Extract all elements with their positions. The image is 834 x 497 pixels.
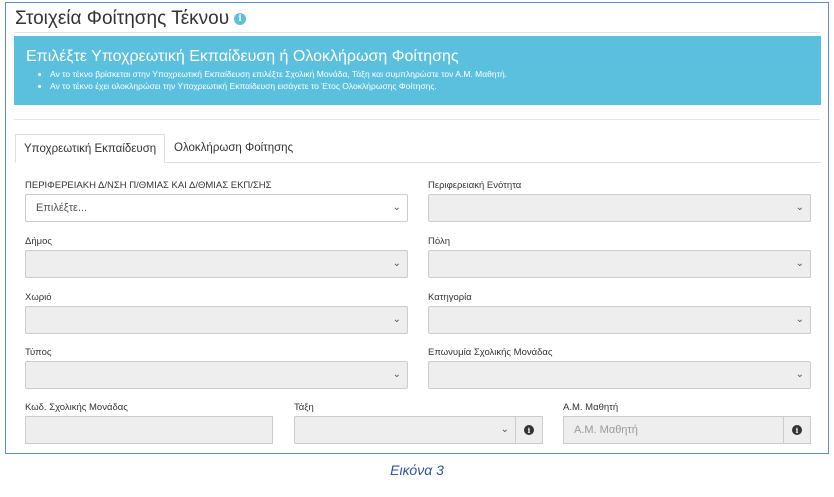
page-title-text: Στοιχεία Φοίτησης Τέκνου	[15, 8, 230, 29]
tab-completed-attendance[interactable]: Ολοκλήρωση Φοίτησης	[166, 134, 301, 163]
alert-item: Αν το τέκνο έχει ολοκληρώσει την Υποχρεω…	[50, 80, 809, 92]
category-select[interactable]: ⌄	[428, 306, 811, 334]
class-label: Τάξη	[294, 402, 314, 413]
type-select[interactable]: ⌄	[25, 361, 408, 389]
region-label: ΠΕΡΙΦΕΡΕΙΑΚΗ Δ/ΝΣΗ Π/ΘΜΙΑΣ ΚΑΙ Δ/ΘΜΙΑΣ Ε…	[25, 180, 272, 191]
figure-caption: Εικόνα 3	[390, 462, 444, 478]
region-select-value: Επιλέξτε...	[36, 202, 88, 214]
village-label: Χωριό	[25, 292, 52, 303]
title-divider	[14, 32, 820, 33]
city-label: Πόλη	[428, 236, 450, 247]
village-select[interactable]: ⌄	[25, 306, 408, 334]
alert-item: Αν το τέκνο βρίσκεται στην Υποχρεωτική Ε…	[50, 68, 809, 80]
unit-label: Περιφερειακή Ενότητα	[428, 180, 522, 191]
region-select[interactable]: Επιλέξτε... ⌄	[25, 194, 408, 222]
municipality-select[interactable]: ⌄	[25, 250, 408, 278]
chevron-down-icon: ⌄	[795, 258, 804, 269]
chevron-down-icon: ⌄	[392, 314, 401, 325]
school-name-label: Επωνυμία Σχολικής Μονάδας	[428, 347, 553, 358]
municipality-label: Δήμος	[25, 236, 52, 247]
info-circle-icon[interactable]: i	[234, 13, 247, 25]
school-name-select[interactable]: ⌄	[428, 361, 811, 389]
category-label: Κατηγορία	[428, 292, 472, 303]
student-id-field[interactable]: Α.Μ. Μαθητή	[563, 416, 784, 444]
chevron-down-icon: ⌄	[795, 314, 804, 325]
info-icon: i	[524, 425, 534, 435]
info-alert: Επιλέξτε Υποχρεωτική Εκπαίδευση ή Ολοκλή…	[14, 36, 821, 105]
class-select[interactable]: ⌄	[294, 416, 516, 444]
chevron-down-icon: ⌄	[392, 258, 401, 269]
alert-heading: Επιλέξτε Υποχρεωτική Εκπαίδευση ή Ολοκλή…	[26, 48, 459, 65]
chevron-down-icon: ⌄	[795, 369, 804, 380]
form-panel: Στοιχεία Φοίτησης Τέκνου i Επιλέξτε Υποχ…	[5, 2, 829, 454]
city-select[interactable]: ⌄	[428, 250, 811, 278]
info-icon: i	[792, 425, 802, 435]
unit-select[interactable]: ⌄	[428, 194, 811, 222]
chevron-down-icon: ⌄	[392, 369, 401, 380]
type-label: Τύπος	[25, 347, 52, 358]
chevron-down-icon: ⌄	[795, 202, 804, 213]
chevron-down-icon: ⌄	[500, 424, 509, 435]
school-code-field[interactable]	[25, 416, 273, 444]
chevron-down-icon: ⌄	[392, 202, 401, 213]
student-id-placeholder: Α.Μ. Μαθητή	[574, 424, 638, 436]
tab-compulsory-education[interactable]: Υποχρεωτική Εκπαίδευση	[15, 134, 166, 163]
class-info-button[interactable]: i	[515, 416, 543, 444]
tab-bar: Υποχρεωτική Εκπαίδευση Ολοκλήρωση Φοίτησ…	[15, 134, 821, 163]
section-divider	[14, 119, 820, 120]
school-code-label: Κωδ. Σχολικής Μονάδας	[25, 402, 128, 413]
page-title: Στοιχεία Φοίτησης Τέκνου i	[15, 8, 247, 30]
student-id-info-button[interactable]: i	[783, 416, 811, 444]
alert-list: Αν το τέκνο βρίσκεται στην Υποχρεωτική Ε…	[50, 68, 809, 92]
student-id-label: Α.Μ. Μαθητή	[563, 402, 619, 413]
